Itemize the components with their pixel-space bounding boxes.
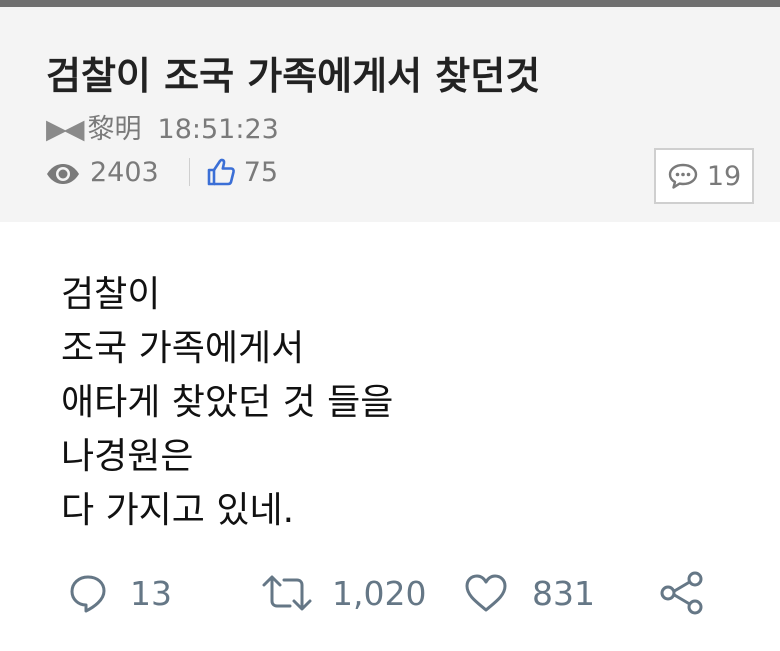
eye-icon — [46, 161, 80, 184]
tweet-line: 나경원은 — [61, 436, 194, 477]
post-title: 검찰이 조국 가족에게서 찾던것 — [46, 54, 541, 98]
comment-count: 19 — [706, 160, 742, 192]
tweet-line: 다 가지고 있네. — [61, 490, 295, 531]
tweet-text: 검찰이 조국 가족에게서 애타게 찾았던 것 들을 나경원은 다 가지고 있네. — [61, 268, 393, 538]
heart-icon — [465, 574, 507, 612]
reply-button[interactable]: 13 — [66, 565, 172, 621]
post-header: 검찰이 조국 가족에게서 찾던것 ▶◀黎明 18:51:23 2403 75 — [0, 7, 780, 222]
author-line: ▶◀ 黎明 18:51:23 — [46, 107, 279, 146]
reply-icon — [70, 575, 106, 613]
comments-button[interactable]: 19 — [654, 148, 754, 204]
retweet-count: 1,020 — [332, 573, 427, 613]
tweet-line: 애타게 찾았던 것 들을 — [61, 382, 394, 423]
post-stats: 2403 75 — [46, 155, 278, 189]
speech-bubble-icon — [667, 162, 699, 190]
retweet-button[interactable]: 1,020 — [260, 565, 426, 621]
share-button[interactable] — [658, 565, 706, 621]
retweet-icon — [262, 575, 312, 611]
tweet-actions: 13 1,020 831 — [0, 565, 780, 621]
author-name[interactable]: 黎明 — [88, 114, 142, 145]
post-time: 18:51:23 — [157, 114, 279, 145]
like-button[interactable]: 831 — [462, 565, 595, 621]
stats-divider — [188, 158, 190, 186]
tweet-line: 조국 가족에게서 — [61, 328, 305, 369]
share-icon — [660, 571, 703, 615]
top-border — [0, 0, 780, 7]
like-count-tweet: 831 — [532, 573, 595, 613]
view-count: 2403 — [90, 156, 159, 188]
tweet-line: 검찰이 — [61, 274, 161, 315]
reply-count: 13 — [130, 573, 172, 613]
thumbs-up-icon[interactable] — [206, 157, 236, 187]
author-prefix: ▶◀ — [46, 114, 84, 145]
like-count: 75 — [243, 156, 279, 188]
